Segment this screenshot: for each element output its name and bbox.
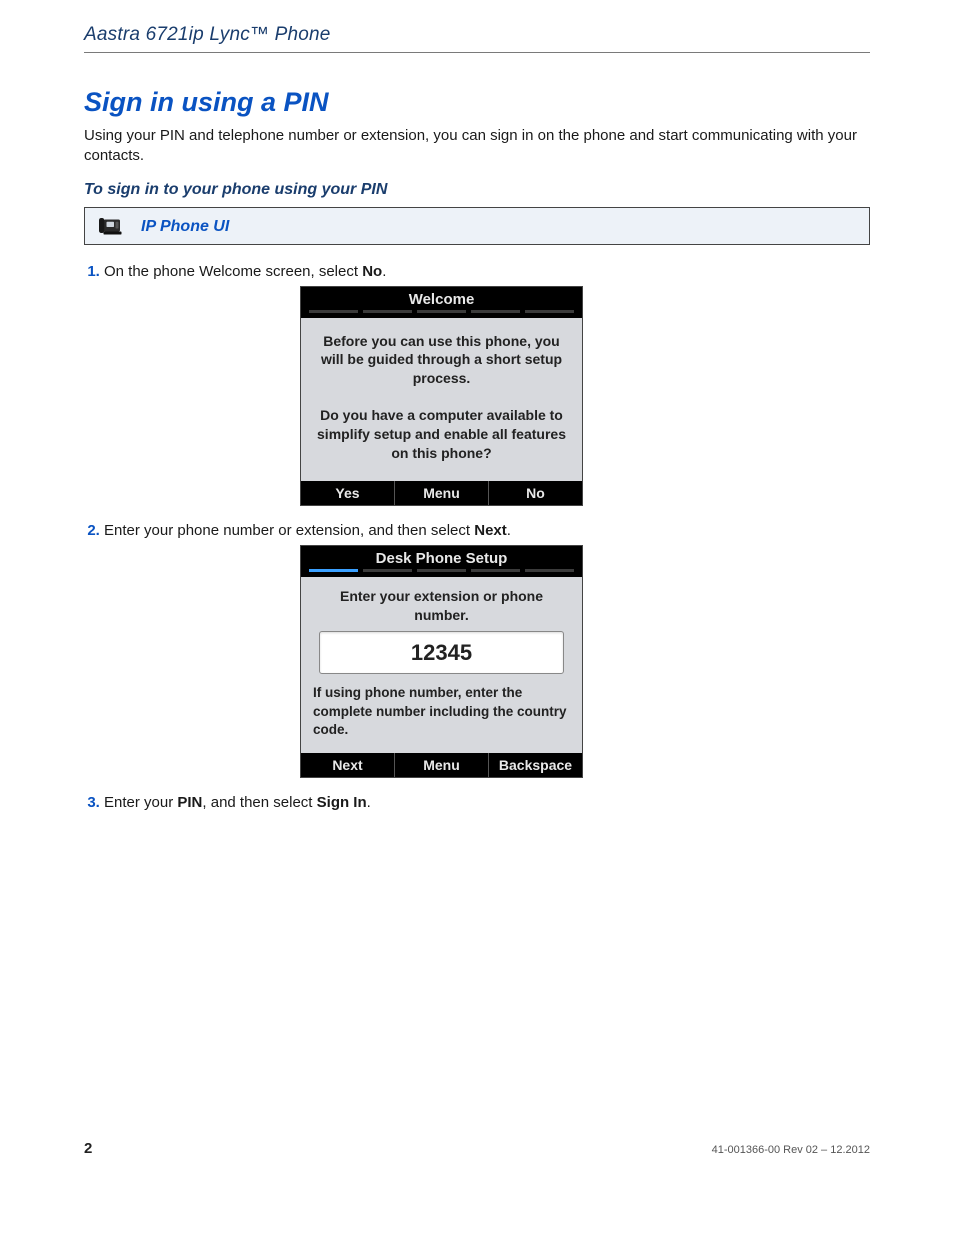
- intro-paragraph: Using your PIN and telephone number or e…: [84, 126, 870, 167]
- callout-label: IP Phone UI: [141, 218, 229, 236]
- screen1-message-1: Before you can use this phone, you will …: [311, 332, 572, 389]
- softkey-next[interactable]: Next: [301, 753, 395, 777]
- step-1-text: On the phone Welcome screen, select: [104, 263, 362, 280]
- softkey-menu-2[interactable]: Menu: [395, 753, 489, 777]
- screen2-title: Desk Phone Setup: [301, 546, 582, 569]
- softkey-menu[interactable]: Menu: [395, 481, 489, 505]
- softkey-backspace[interactable]: Backspace: [489, 753, 582, 777]
- running-header: Aastra 6721ip Lync™ Phone: [84, 24, 870, 53]
- page-number: 2: [84, 1140, 92, 1157]
- screen2-caption: Enter your extension or phone number.: [313, 587, 570, 625]
- step-2-bold: Next: [474, 522, 507, 539]
- step-2-post: .: [507, 522, 511, 539]
- screen1-progress: [301, 310, 582, 318]
- phone-screen-welcome: Welcome Before you can use this phone, y…: [300, 286, 583, 506]
- screen2-progress: [301, 569, 582, 577]
- step-3-pre: Enter your: [104, 794, 177, 811]
- step-3-mid: , and then select: [202, 794, 316, 811]
- desk-phone-icon: [99, 216, 129, 238]
- steps-list: On the phone Welcome screen, select No. …: [84, 263, 870, 811]
- softkey-no[interactable]: No: [489, 481, 582, 505]
- step-1: On the phone Welcome screen, select No. …: [104, 263, 870, 506]
- step-1-post: .: [382, 263, 386, 280]
- page-footer: 2 41-001366-00 Rev 02 – 12.2012: [84, 1140, 870, 1157]
- screen2-hint: If using phone number, enter the complet…: [313, 684, 570, 739]
- screen1-message-2: Do you have a computer available to simp…: [311, 406, 572, 463]
- step-2: Enter your phone number or extension, an…: [104, 522, 870, 778]
- step-3-post: .: [367, 794, 371, 811]
- subheading: To sign in to your phone using your PIN: [84, 181, 870, 199]
- step-3-bold2: Sign In: [317, 794, 367, 811]
- screen1-title: Welcome: [301, 287, 582, 310]
- extension-input[interactable]: 12345: [319, 631, 564, 675]
- step-2-text: Enter your phone number or extension, an…: [104, 522, 474, 539]
- softkey-yes[interactable]: Yes: [301, 481, 395, 505]
- phone-screen-desk-setup: Desk Phone Setup Enter your extension or…: [300, 545, 583, 778]
- ip-phone-ui-callout: IP Phone UI: [84, 207, 870, 245]
- doc-revision: 41-001366-00 Rev 02 – 12.2012: [712, 1144, 870, 1156]
- step-3: Enter your PIN, and then select Sign In.: [104, 794, 870, 811]
- page-title: Sign in using a PIN: [84, 87, 870, 118]
- step-1-bold: No: [362, 263, 382, 280]
- step-3-bold1: PIN: [177, 794, 202, 811]
